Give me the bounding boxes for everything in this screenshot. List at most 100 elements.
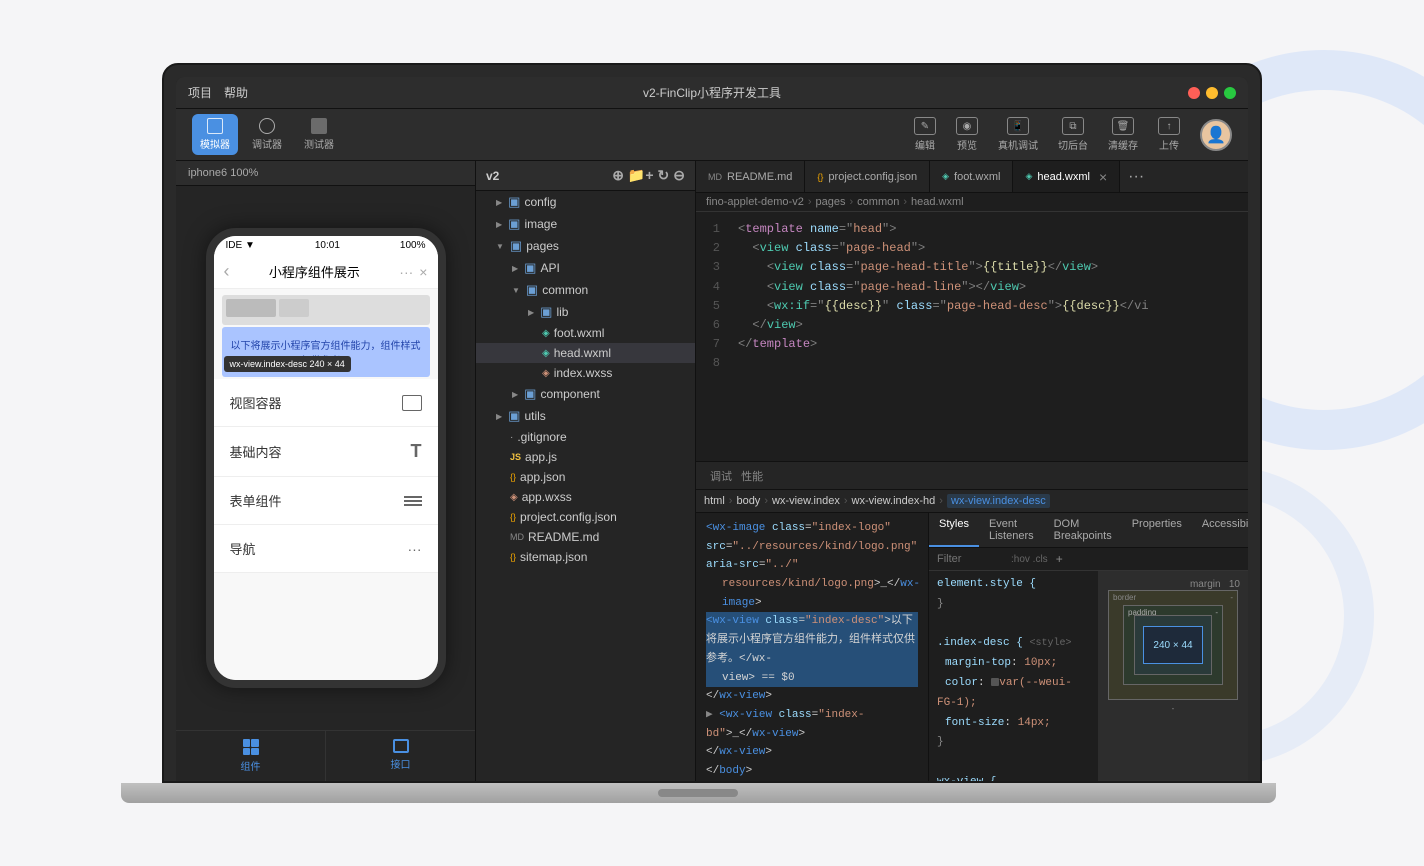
tab-foot-wxml[interactable]: ◈ foot.wxml bbox=[930, 161, 1013, 192]
clear-cache-icon: 🗑 bbox=[1112, 117, 1134, 135]
folder-icon-config: ▣ bbox=[508, 194, 520, 210]
tab-readme-label: README.md bbox=[727, 171, 792, 183]
phone-menu-item-1[interactable]: 视图容器 bbox=[214, 379, 438, 427]
html-line-4: view> == $0 bbox=[706, 669, 918, 688]
styles-filter-input[interactable] bbox=[937, 553, 1007, 565]
tree-item-config[interactable]: ▶ ▣ config bbox=[476, 191, 695, 213]
phone-titlebar: ‹ 小程序组件展示 ··· × bbox=[214, 255, 438, 289]
styles-tab-accessibility[interactable]: Accessibility bbox=[1192, 513, 1248, 547]
tab-more-icon[interactable]: ··· bbox=[1120, 168, 1152, 186]
toolbar-debugger-btn[interactable]: 调试器 bbox=[244, 114, 290, 155]
phone-close-icon: × bbox=[419, 264, 427, 280]
menu-item-help[interactable]: 帮助 bbox=[224, 84, 248, 101]
code-line-4: <view class="page-head-line"></view> bbox=[738, 278, 1238, 297]
phone-menu-label-3: 表单组件 bbox=[230, 491, 282, 510]
tab-foot-wxml-label: foot.wxml bbox=[954, 171, 1000, 183]
sim-footer-components[interactable]: 组件 bbox=[176, 731, 326, 781]
toolbar-upload-action[interactable]: ↑ 上传 bbox=[1158, 117, 1180, 152]
breadcrumb-item-4: head.wxml bbox=[911, 196, 964, 208]
tree-item-common[interactable]: ▼ ▣ common bbox=[476, 279, 695, 301]
toolbar-simulator-btn[interactable]: 模拟器 bbox=[192, 114, 238, 155]
readme-tab-icon: MD bbox=[708, 172, 722, 182]
json-tab-icon: {} bbox=[817, 172, 823, 182]
tree-item-image[interactable]: ▶ ▣ image bbox=[476, 213, 695, 235]
minimize-button[interactable] bbox=[1206, 87, 1218, 99]
tree-item-sitemap[interactable]: {} sitemap.json bbox=[476, 547, 695, 567]
tree-item-component[interactable]: ▶ ▣ component bbox=[476, 383, 695, 405]
code-editor[interactable]: <template name="head"> <view class="page… bbox=[728, 212, 1248, 461]
refresh-icon[interactable]: ↻ bbox=[658, 167, 670, 184]
tree-item-app-js[interactable]: JS app.js bbox=[476, 447, 695, 467]
tree-item-gitignore[interactable]: · .gitignore bbox=[476, 427, 695, 447]
collapse-all-icon[interactable]: ⊖ bbox=[673, 167, 685, 184]
styles-tab-styles[interactable]: Styles bbox=[929, 513, 979, 547]
md-file-icon: MD bbox=[510, 532, 524, 542]
tree-label-utils: utils bbox=[524, 409, 545, 423]
tree-item-lib[interactable]: ▶ ▣ lib bbox=[476, 301, 695, 323]
new-file-icon[interactable]: ⊕ bbox=[612, 167, 624, 184]
sim-footer-api[interactable]: 接口 bbox=[326, 731, 475, 781]
styles-tab-properties[interactable]: Properties bbox=[1122, 513, 1192, 547]
tree-item-index-wxss[interactable]: ◈ index.wxss bbox=[476, 363, 695, 383]
tree-item-head-wxml[interactable]: ◈ head.wxml bbox=[476, 343, 695, 363]
menu-item-project[interactable]: 项目 bbox=[188, 84, 212, 101]
tree-item-foot-wxml[interactable]: ◈ foot.wxml bbox=[476, 323, 695, 343]
wx-image-tag: <wx-image bbox=[706, 522, 765, 534]
phone-menu-item-2[interactable]: 基础内容 T bbox=[214, 427, 438, 477]
toolbar-edit-action[interactable]: ✎ 编辑 bbox=[914, 117, 936, 152]
tree-item-project-config[interactable]: {} project.config.json bbox=[476, 507, 695, 527]
styles-tab-dom-breakpoints[interactable]: DOM Breakpoints bbox=[1044, 513, 1122, 547]
box-border-label: border bbox=[1113, 593, 1136, 602]
toolbar-device-action[interactable]: 📱 真机调试 bbox=[998, 117, 1038, 152]
breadcrumb-index-desc[interactable]: wx-view.index-desc bbox=[947, 494, 1050, 508]
back-arrow-icon: ‹ bbox=[224, 261, 230, 282]
tree-item-readme[interactable]: MD README.md bbox=[476, 527, 695, 547]
phone-content: 以下将展示小程序官方组件能力，组件样式仅供参考。 视图容器 基础内容 T bbox=[214, 289, 438, 680]
box-model: margin 10 border - padding - bbox=[1098, 571, 1248, 781]
tab-project-config-label: project.config.json bbox=[828, 171, 917, 183]
tab-readme[interactable]: MD README.md bbox=[696, 161, 805, 192]
phone-icon bbox=[207, 118, 223, 134]
breadcrumb-html[interactable]: html bbox=[704, 495, 725, 507]
toolbar-simulator-label: 模拟器 bbox=[200, 136, 230, 151]
editor-content[interactable]: 1 2 3 4 5 6 7 8 <template name="head"> <… bbox=[696, 212, 1248, 461]
new-folder-icon[interactable]: 📁+ bbox=[628, 167, 654, 184]
tab-head-wxml[interactable]: ◈ head.wxml × bbox=[1013, 161, 1120, 192]
close-button[interactable] bbox=[1188, 87, 1200, 99]
breadcrumb-body[interactable]: body bbox=[736, 495, 760, 507]
phone-menu-item-3[interactable]: 表单组件 bbox=[214, 477, 438, 525]
filetree-header: v2 ⊕ 📁+ ↻ ⊖ bbox=[476, 161, 695, 191]
text-t-icon: T bbox=[411, 441, 422, 462]
tree-item-app-wxss[interactable]: ◈ app.wxss bbox=[476, 487, 695, 507]
style-close-element: } bbox=[937, 598, 944, 610]
phone-tooltip: wx-view.index-desc 240 × 44 bbox=[224, 356, 351, 372]
device-debug-icon: 📱 bbox=[1007, 117, 1029, 135]
phone-menu-label-4: 导航 bbox=[230, 539, 256, 558]
styles-tab-event-listeners[interactable]: Event Listeners bbox=[979, 513, 1044, 547]
toolbar-tester-btn[interactable]: 测试器 bbox=[296, 114, 342, 155]
toolbar-preview-action[interactable]: ◉ 预览 bbox=[956, 117, 978, 152]
breadcrumb-index-hd[interactable]: wx-view.index-hd bbox=[852, 495, 936, 507]
styles-tabs: Styles Event Listeners DOM Breakpoints P… bbox=[929, 513, 1248, 548]
styles-plus-icon[interactable]: + bbox=[1056, 552, 1063, 566]
phone-menu-item-4[interactable]: 导航 ··· bbox=[214, 525, 438, 573]
tree-item-api[interactable]: ▶ ▣ API bbox=[476, 257, 695, 279]
dots-icon: ··· bbox=[408, 541, 422, 557]
tab-project-config[interactable]: {} project.config.json bbox=[805, 161, 930, 192]
breadcrumb-index[interactable]: wx-view.index bbox=[772, 495, 840, 507]
toolbar-bg-action[interactable]: ⧉ 切后台 bbox=[1058, 117, 1088, 152]
tree-item-pages[interactable]: ▼ ▣ pages bbox=[476, 235, 695, 257]
toolbar-clear-action[interactable]: 🗑 清缓存 bbox=[1108, 117, 1138, 152]
maximize-button[interactable] bbox=[1224, 87, 1236, 99]
devtools-panel: 调试 性能 html › body › wx-view.index › wx-v… bbox=[696, 461, 1248, 781]
avatar[interactable]: 👤 bbox=[1200, 119, 1232, 151]
tree-item-app-json[interactable]: {} app.json bbox=[476, 467, 695, 487]
tree-item-utils[interactable]: ▶ ▣ utils bbox=[476, 405, 695, 427]
tab-close-icon[interactable]: × bbox=[1099, 169, 1107, 185]
box-bottom-label: - bbox=[1172, 704, 1175, 713]
code-line-2: <view class="page-head"> bbox=[738, 239, 1238, 258]
bc-sep1: › bbox=[729, 495, 733, 507]
filetree-panel: v2 ⊕ 📁+ ↻ ⊖ ▶ ▣ config bbox=[476, 161, 696, 781]
bc-sep4: › bbox=[939, 495, 943, 507]
box-margin-label: margin 10 bbox=[1106, 579, 1240, 590]
